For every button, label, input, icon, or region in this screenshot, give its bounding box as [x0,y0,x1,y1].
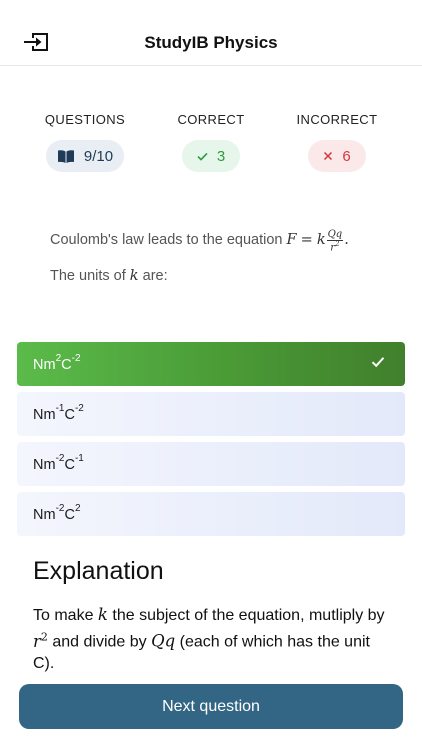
option-3-exp-a: -2 [55,453,65,465]
next-question-button[interactable]: Next question [19,684,403,729]
option-1-exp-b: -2 [71,353,81,365]
option-2-exp-a: -1 [55,403,65,415]
answer-option-1[interactable]: Nm2C-2 [17,342,405,386]
option-4-unit-b: C [64,506,75,523]
option-4-exp-b: 2 [74,503,81,515]
explanation-var-k: k [97,605,108,624]
option-3-unit-a: Nm [33,456,56,473]
correct-check-icon [371,356,385,372]
explanation-part-3: and divide by [52,633,147,651]
answer-option-3[interactable]: Nm-2C-1 [17,442,405,486]
stat-incorrect-value: 6 [342,147,351,165]
stat-questions: QUESTIONS 9/10 [25,112,145,172]
answer-option-2[interactable]: Nm-1C-2 [17,392,405,436]
cross-icon [323,151,333,161]
explanation-var-r2: r2 [33,630,48,651]
option-3-exp-b: -1 [74,453,84,465]
equation-k: k [316,232,326,249]
equation-fraction: Qq r2 [326,229,344,253]
app-title: StudyIB Physics [144,33,278,52]
book-icon [57,149,75,164]
explanation-var-r: r [33,631,41,651]
stat-incorrect: INCORRECT 6 [277,112,397,172]
question-intro: Coulomb's law leads to the equation [50,232,283,249]
explanation-part-1: To make [33,607,94,624]
question-text: Coulomb's law leads to the equation F = … [50,228,390,290]
equation-end: . [344,232,349,249]
explanation-heading: Explanation [33,557,164,585]
option-2-unit-b: C [64,406,75,423]
stat-correct-badge: 3 [182,140,240,172]
stat-correct: CORRECT 3 [151,112,271,172]
equation-f: F [286,232,297,249]
option-1-unit-a: Nm [33,356,56,373]
question-var-k: k [129,268,139,285]
equation-equals: = [300,232,313,249]
option-4-label: Nm-2C2 [33,503,81,523]
stat-correct-label: CORRECT [177,112,245,127]
explanation-text: To make k the subject of the equation, m… [33,604,393,674]
equation-denominator: r2 [330,239,340,253]
stat-questions-badge: 9/10 [46,140,124,172]
option-2-unit-a: Nm [33,406,56,423]
option-4-unit-a: Nm [33,506,56,523]
equation-den-exp: 2 [335,239,340,248]
question-suffix: are: [142,268,168,285]
stat-incorrect-label: INCORRECT [296,112,378,127]
option-2-exp-b: -2 [74,403,84,415]
option-1-label: Nm2C-2 [33,353,81,373]
app-header: StudyIB Physics [0,0,422,66]
question-line-2: The units of k are: [50,264,390,290]
explanation-var-qq: Qq [151,631,176,651]
answer-option-4[interactable]: Nm-2C2 [17,492,405,536]
explanation-part-2: the subject of the equation, mutliply by [112,607,385,624]
stat-correct-value: 3 [216,147,226,165]
explanation-var-r-exp: 2 [40,630,48,643]
option-3-unit-b: C [64,456,75,473]
question-prefix: The units of [50,268,126,285]
option-1-exp-a: 2 [55,353,62,365]
option-4-exp-a: -2 [55,503,65,515]
check-icon [197,152,208,161]
option-1-unit-b: C [61,356,72,373]
stat-questions-value: 9/10 [83,147,114,165]
stat-incorrect-badge: 6 [308,140,366,172]
question-line-1: Coulomb's law leads to the equation F = … [50,228,390,254]
option-3-label: Nm-2C-1 [33,453,84,473]
option-2-label: Nm-1C-2 [33,403,84,423]
stat-questions-label: QUESTIONS [44,112,126,127]
